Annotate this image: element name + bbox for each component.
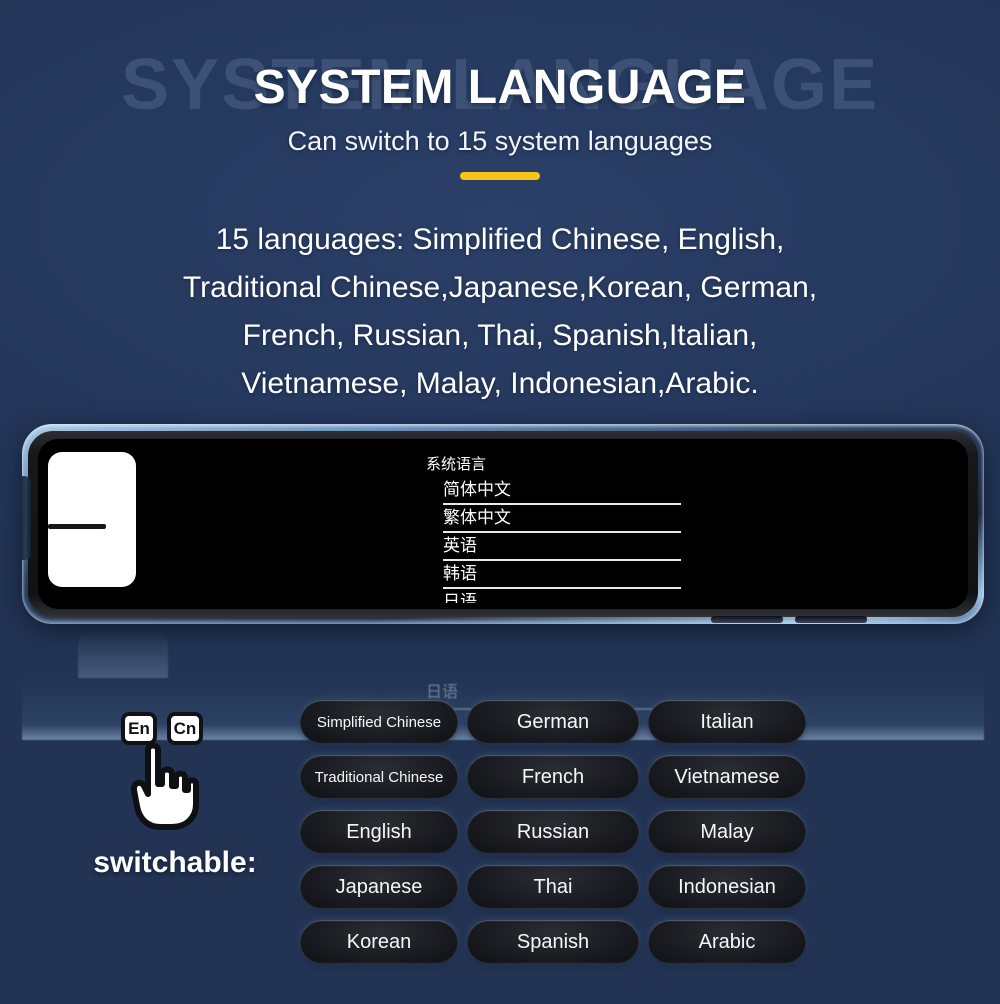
language-list-paragraph: 15 languages: Simplified Chinese, Englis… bbox=[0, 216, 1000, 408]
screen-white-tile bbox=[48, 452, 136, 587]
menu-item-japanese[interactable]: 日语 bbox=[443, 589, 681, 603]
device-slot-right bbox=[795, 616, 867, 623]
language-button-thai[interactable]: Thai bbox=[467, 865, 639, 909]
switchable-label: switchable: bbox=[93, 846, 257, 879]
switchable-indicator: En Cn switchable: bbox=[60, 712, 290, 882]
page-subtitle: Can switch to 15 system languages bbox=[287, 126, 713, 156]
device-side-button bbox=[22, 476, 31, 560]
language-button-japanese[interactable]: Japanese bbox=[300, 865, 458, 909]
language-button-vietnamese[interactable]: Vietnamese bbox=[648, 755, 806, 799]
menu-item-english[interactable]: 英语 bbox=[443, 533, 681, 561]
header: SYSTEM LANGUAGE SYSTEM LANGUAGE Can swit… bbox=[0, 0, 1000, 200]
page-title: SYSTEM LANGUAGE bbox=[253, 61, 747, 114]
language-button-french[interactable]: French bbox=[467, 755, 639, 799]
system-language-menu: 系统语言 简体中文 繁体中文 英语 韩语 日语 bbox=[426, 455, 726, 603]
language-button-italian[interactable]: Italian bbox=[648, 700, 806, 744]
language-button-malay[interactable]: Malay bbox=[648, 810, 806, 854]
menu-item-korean[interactable]: 韩语 bbox=[443, 561, 681, 589]
reflection-tile bbox=[78, 632, 168, 678]
device-slot-left bbox=[711, 616, 783, 623]
language-button-german[interactable]: German bbox=[467, 700, 639, 744]
paragraph-line: Traditional Chinese,Japanese,Korean, Ger… bbox=[182, 271, 818, 304]
paragraph-line: French, Russian, Thai, Spanish,Italian, bbox=[242, 319, 758, 352]
language-button-grid: Simplified Chinese German Italian Tradit… bbox=[300, 700, 806, 964]
language-button-indonesian[interactable]: Indonesian bbox=[648, 865, 806, 909]
language-button-korean[interactable]: Korean bbox=[300, 920, 458, 964]
menu-item-traditional-chinese[interactable]: 繁体中文 bbox=[443, 505, 681, 533]
language-button-english[interactable]: English bbox=[300, 810, 458, 854]
reflection-menu-text: 日语 bbox=[426, 684, 459, 701]
menu-item-simplified-chinese[interactable]: 简体中文 bbox=[443, 477, 681, 505]
pointing-hand-cursor bbox=[130, 742, 199, 830]
language-button-russian[interactable]: Russian bbox=[467, 810, 639, 854]
language-button-spanish[interactable]: Spanish bbox=[467, 920, 639, 964]
language-button-arabic[interactable]: Arabic bbox=[648, 920, 806, 964]
menu-list: 简体中文 繁体中文 英语 韩语 日语 bbox=[426, 477, 726, 603]
title-divider bbox=[460, 172, 540, 180]
paragraph-line: 15 languages: Simplified Chinese, Englis… bbox=[215, 223, 785, 256]
screen-white-tile-line bbox=[48, 524, 106, 529]
menu-title: 系统语言 bbox=[426, 456, 487, 473]
language-button-simplified-chinese[interactable]: Simplified Chinese bbox=[300, 700, 458, 744]
language-button-traditional-chinese[interactable]: Traditional Chinese bbox=[300, 755, 458, 799]
paragraph-line: Vietnamese, Malay, Indonesian,Arabic. bbox=[241, 367, 759, 400]
